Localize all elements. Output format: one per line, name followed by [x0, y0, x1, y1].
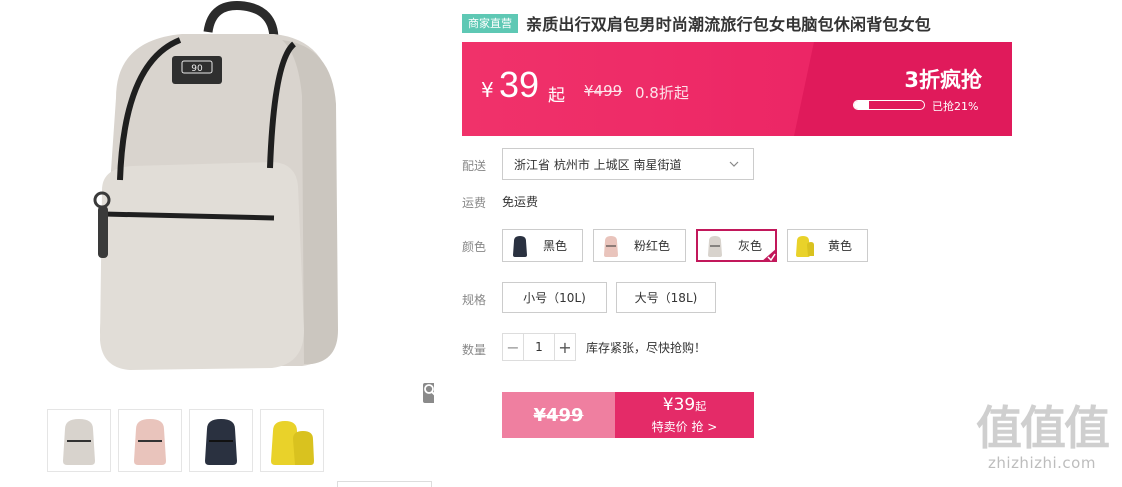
size-option-small[interactable]: 小号（10L): [502, 282, 607, 313]
quantity-label: 数量: [462, 343, 487, 357]
color-option-yellow[interactable]: 黄色: [787, 229, 868, 262]
backpack-pink-icon: [134, 418, 166, 465]
price-suffix: 起: [548, 86, 565, 106]
buy-price: ¥39起: [615, 395, 754, 415]
backpack-navy-icon: [205, 418, 237, 465]
badge-text: 90: [191, 64, 203, 74]
selected-check-icon: [761, 248, 777, 262]
price-banner: ¥ 39 起 ¥499 0.8折起 3折疯抢 已抢21%: [462, 42, 1012, 136]
backpack-yellow-icon: [271, 420, 314, 465]
color-label: 颜色: [462, 240, 487, 254]
sold-progress-bar: [853, 100, 925, 110]
thumbnail-pink[interactable]: [118, 409, 182, 472]
original-price: ¥499: [584, 82, 623, 100]
sold-progress-text: 已抢21%: [932, 100, 979, 113]
original-price-button[interactable]: ¥499: [502, 392, 615, 438]
quantity-plus-button[interactable]: +: [554, 333, 576, 361]
flash-sale-title: 3折疯抢: [904, 68, 982, 92]
backpack-gray-icon: [63, 418, 95, 465]
delivery-label: 配送: [462, 159, 487, 173]
thumbnail-yellow[interactable]: [260, 409, 324, 472]
thumbnail-strip: [47, 409, 324, 472]
price-value: 39: [499, 64, 540, 105]
color-name: 黄色: [828, 239, 853, 253]
product-main-image[interactable]: 90: [12, 0, 434, 404]
zoom-button[interactable]: [423, 383, 434, 403]
quantity-input[interactable]: 1: [524, 333, 554, 361]
color-name: 黑色: [543, 239, 568, 253]
watermark-logo: 值值值: [976, 401, 1110, 455]
watermark-url: zhizhizhi.com: [988, 454, 1096, 472]
gallery-bottom-edge: [337, 481, 432, 487]
discount-text: 0.8折起: [635, 84, 689, 102]
store-tag: 商家直营: [462, 13, 518, 33]
thumbnail-navy[interactable]: [189, 409, 253, 472]
buy-price-suffix: 起: [695, 400, 707, 413]
chevron-down-icon: [729, 161, 739, 167]
size-label: 规格: [462, 293, 487, 307]
magnifier-icon: [424, 384, 434, 396]
color-name: 灰色: [738, 239, 763, 253]
swatch-black-icon: [509, 233, 531, 259]
sold-progress-fill: [854, 101, 869, 109]
size-option-large[interactable]: 大号（18L): [616, 282, 716, 313]
backpack-illustration: 90: [93, 1, 338, 370]
swatch-yellow-icon: [794, 233, 816, 259]
price-currency: ¥: [481, 78, 494, 102]
quantity-minus-button[interactable]: −: [502, 333, 524, 361]
title-row: 商家直营 亲质出行双肩包男时尚潮流旅行包女电脑包休闲背包女包: [462, 11, 931, 35]
site-watermark: 值值值 zhizhizhi.com: [968, 402, 1116, 482]
color-option-pink[interactable]: 粉红色: [593, 229, 686, 262]
buy-price-value: ¥39: [662, 395, 696, 415]
swatch-pink-icon: [600, 233, 622, 259]
thumbnail-gray[interactable]: [47, 409, 111, 472]
address-text: 浙江省 杭州市 上城区 南星街道: [514, 157, 682, 172]
buy-now-button[interactable]: ¥39起 特卖价 抢 >: [615, 392, 754, 438]
stock-note: 库存紧张，尽快抢购！: [586, 341, 707, 355]
color-option-black[interactable]: 黑色: [502, 229, 583, 262]
color-name: 粉红色: [634, 239, 671, 253]
quantity-stepper: − 1 +: [502, 333, 576, 361]
buy-cta-text: 特卖价 抢 >: [651, 420, 718, 434]
color-option-gray[interactable]: 灰色: [696, 229, 777, 262]
product-title: 亲质出行双肩包男时尚潮流旅行包女电脑包休闲背包女包: [526, 15, 932, 34]
shipping-value: 免运费: [502, 195, 539, 209]
shipping-label: 运费: [462, 196, 487, 210]
swatch-gray-icon: [704, 233, 726, 259]
address-selector[interactable]: 浙江省 杭州市 上城区 南星街道: [502, 148, 754, 180]
